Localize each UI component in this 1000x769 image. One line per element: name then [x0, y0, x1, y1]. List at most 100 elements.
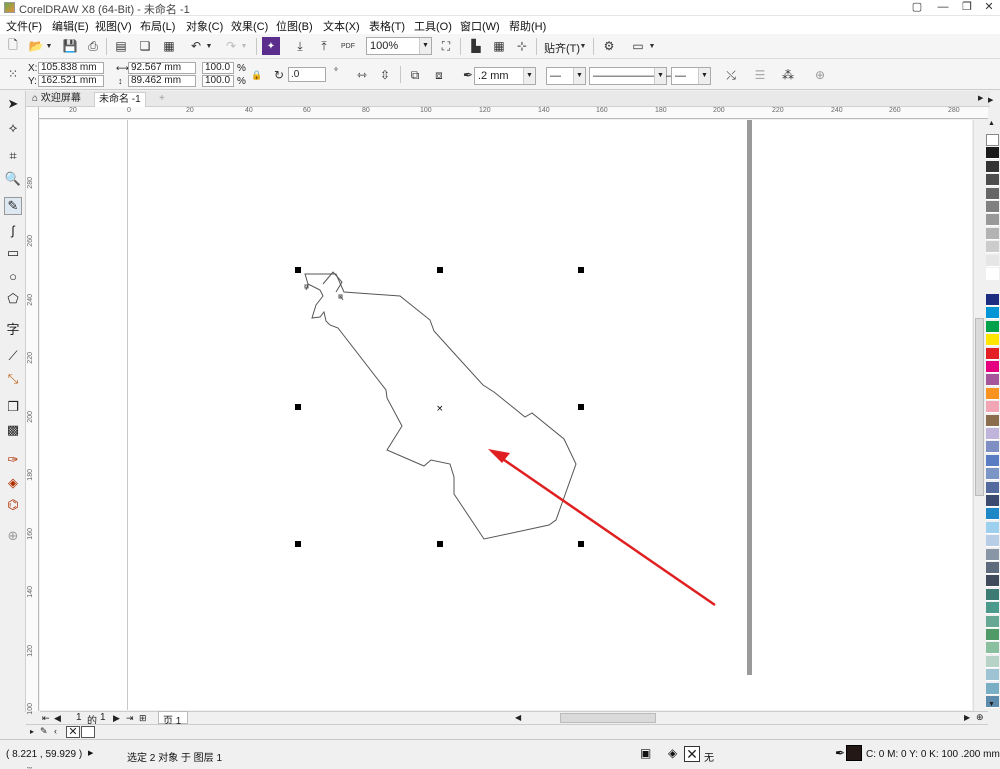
selection-handle[interactable] [295, 404, 301, 410]
end-arrowhead-select[interactable]: — ▼ [671, 67, 711, 85]
redo-dropdown-icon[interactable]: ▼ [239, 37, 249, 55]
last-page-icon[interactable]: ⇥ [126, 713, 134, 724]
restore-button[interactable]: ❐ [956, 0, 978, 15]
white-swatch[interactable] [81, 726, 95, 738]
color-swatch[interactable] [986, 320, 999, 333]
color-swatch[interactable] [986, 495, 999, 507]
first-page-icon[interactable]: ⇤ [42, 713, 50, 724]
object-origin-icon[interactable]: ⁙ [4, 65, 22, 83]
vertical-ruler[interactable]: 28026024022020018016014012010080 [26, 107, 39, 769]
selection-center-mark[interactable]: × [436, 404, 444, 414]
vertical-scroll-thumb[interactable] [975, 318, 984, 496]
color-swatch[interactable] [986, 294, 999, 306]
publish-pdf-icon[interactable]: PDF [339, 37, 357, 55]
mirror-horizontal-icon[interactable]: ⇿ [353, 66, 371, 84]
snap-to-label[interactable]: 贴齐(T) [544, 40, 580, 56]
color-swatch[interactable] [986, 160, 999, 173]
color-swatch[interactable] [986, 562, 999, 574]
save-icon[interactable]: 💾 [61, 37, 79, 55]
color-swatch[interactable] [986, 214, 999, 227]
page-tab[interactable]: 页 1 [158, 711, 188, 727]
palette-scroll-up-icon[interactable]: ▲ [988, 120, 995, 127]
minimize-button[interactable]: — [932, 0, 954, 15]
crop-tool-icon[interactable]: ⌗ [4, 147, 22, 165]
fill-bucket-icon[interactable]: ◈ [668, 746, 677, 760]
color-swatch[interactable] [986, 241, 999, 254]
color-swatch[interactable] [986, 454, 999, 467]
new-document-icon[interactable]: 🗋 [4, 37, 22, 55]
color-swatch[interactable] [986, 535, 999, 548]
color-swatch[interactable] [986, 468, 999, 481]
eyedropper-tool-icon[interactable]: ✑ [4, 451, 22, 469]
show-rulers-icon[interactable]: ▙ [467, 37, 485, 55]
color-swatch[interactable] [986, 187, 999, 200]
color-swatch[interactable] [986, 521, 999, 534]
outline-pen-status-icon[interactable]: ✒ [835, 746, 845, 760]
cut-icon[interactable]: ▤ [112, 37, 130, 55]
zoom-tool-icon[interactable]: 🔍 [4, 170, 22, 188]
drop-shadow-tool-icon[interactable]: ❐ [4, 398, 22, 416]
selection-handle[interactable] [295, 267, 301, 273]
application-launcher-icon[interactable]: ▭ [629, 37, 647, 55]
color-swatch[interactable] [986, 548, 999, 561]
polygon-tool-icon[interactable]: ⬠ [4, 290, 22, 308]
color-swatch[interactable] [986, 174, 999, 187]
menu-object[interactable]: 对象(C) [186, 18, 223, 34]
color-swatch[interactable] [986, 334, 999, 347]
width-field[interactable]: 92.567 mm [128, 62, 196, 74]
color-swatch[interactable] [986, 414, 999, 427]
no-fill-swatch-icon[interactable]: ✕ [684, 746, 700, 762]
undo-dropdown-icon[interactable]: ▼ [204, 37, 214, 55]
lock-ratio-icon[interactable]: 🔒 [248, 66, 266, 84]
add-tool-icon[interactable]: ⊕ [4, 527, 22, 545]
scroll-right-icon[interactable]: ▶ [964, 713, 970, 722]
color-swatch[interactable] [986, 682, 999, 695]
account-icon[interactable]: ▢ [906, 0, 928, 15]
scale-x-field[interactable]: 100.0 [202, 62, 234, 74]
drawing-canvas[interactable]: × [40, 120, 972, 710]
paste-icon[interactable]: ▦ [160, 37, 178, 55]
copy-icon[interactable]: ❏ [136, 37, 154, 55]
shape-tool-icon[interactable]: ⟡ [4, 119, 22, 137]
expand-status-icon[interactable]: ▶ [88, 749, 93, 757]
color-swatch[interactable] [986, 307, 999, 320]
connector-tool-icon[interactable]: ⤡ [4, 370, 22, 388]
line-style-select[interactable]: ———————— ▼ [589, 67, 681, 85]
horizontal-scroll-thumb[interactable] [560, 713, 656, 723]
color-swatch[interactable] [986, 428, 999, 440]
mirror-vertical-icon[interactable]: ⇳ [376, 66, 394, 84]
start-arrowhead-select[interactable]: — ▼ [546, 67, 586, 85]
open-dropdown-icon[interactable]: ▼ [44, 37, 54, 55]
x-position-field[interactable]: 105.838 mm [38, 62, 104, 74]
horizontal-ruler[interactable]: 20 0 20 40 60 80 100 120 140 160 180 200 220 240 260 28… [39, 107, 988, 119]
prev-page-icon[interactable]: ◀ [54, 713, 61, 724]
launcher-dropdown-icon[interactable]: ▼ [647, 37, 657, 55]
menu-window[interactable]: 窗口(W) [460, 18, 500, 34]
show-guidelines-icon[interactable]: ⊹ [513, 37, 531, 55]
color-swatch[interactable] [986, 387, 999, 400]
color-swatch[interactable] [986, 441, 999, 454]
color-swatch[interactable] [986, 401, 999, 414]
break-apart-icon[interactable]: ⧈ [430, 66, 448, 84]
color-swatch[interactable] [986, 134, 999, 146]
outline-color-swatch[interactable] [846, 745, 862, 761]
color-swatch[interactable] [986, 201, 999, 213]
color-swatch[interactable] [986, 575, 999, 588]
ellipse-tool-icon[interactable]: ○ [4, 267, 22, 285]
palette-scroll-right-icon[interactable]: ▶ [988, 96, 993, 104]
selection-handle[interactable] [437, 267, 443, 273]
color-swatch[interactable] [986, 588, 999, 601]
zoom-navigator-icon[interactable]: ⊕ [976, 712, 984, 723]
convert-to-curves-icon[interactable]: ⁂ [779, 66, 797, 84]
close-curve-icon[interactable]: ⤯ [722, 66, 740, 84]
color-swatch[interactable] [986, 602, 999, 615]
smart-fill-tool-icon[interactable]: ⌬ [4, 496, 22, 514]
menu-edit[interactable]: 编辑(E) [52, 18, 89, 34]
scale-y-field[interactable]: 100.0 [202, 75, 234, 87]
zoom-level-select[interactable]: 100% ▼ [366, 37, 432, 55]
menu-view[interactable]: 视图(V) [95, 18, 132, 34]
menu-file[interactable]: 文件(F) [6, 18, 42, 34]
print-icon[interactable]: ⎙ [84, 37, 102, 55]
snap-dropdown-icon[interactable]: ▼ [578, 37, 588, 55]
menu-table[interactable]: 表格(T) [369, 18, 405, 34]
